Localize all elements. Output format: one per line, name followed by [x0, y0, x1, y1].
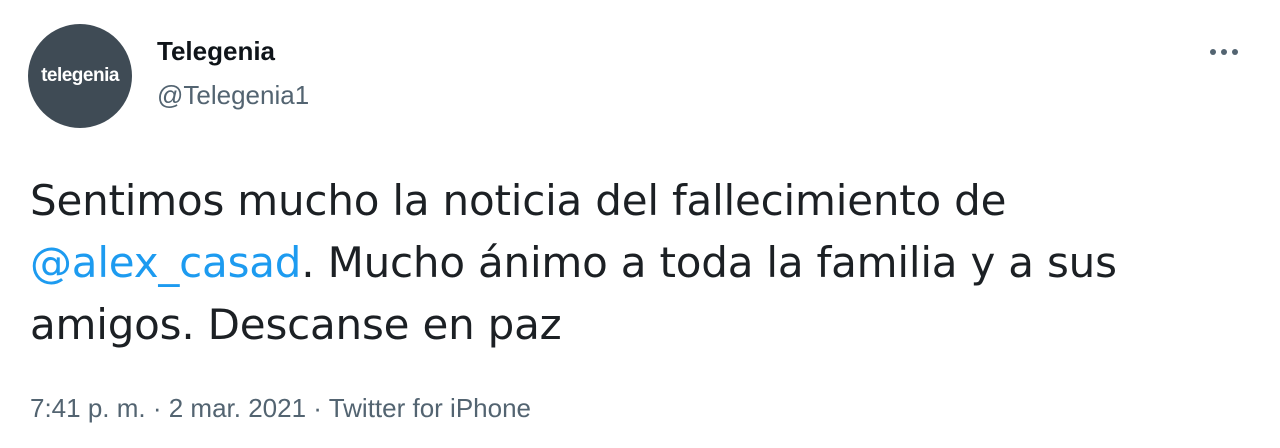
tweet-metadata: 7:41 p. m. · 2 mar. 2021 · Twitter for i…: [30, 393, 531, 424]
author-display-name[interactable]: Telegenia: [157, 36, 275, 67]
tweet-text: Sentimos mucho la noticia del fallecimie…: [30, 170, 1250, 356]
tweet-time-link[interactable]: 7:41 p. m.: [30, 393, 146, 423]
tweet-text-part: Sentimos mucho la noticia del fallecimie…: [30, 176, 1007, 225]
meta-separator: ·: [306, 393, 329, 423]
author-handle[interactable]: @Telegenia1: [157, 80, 309, 111]
tweet-source-link[interactable]: Twitter for iPhone: [329, 393, 531, 423]
tweet-card: telegenia Telegenia @Telegenia1 Sentimos…: [0, 0, 1280, 448]
more-horizontal-icon: [1210, 49, 1238, 55]
mention-link[interactable]: @alex_casad: [30, 238, 301, 287]
avatar[interactable]: telegenia: [28, 24, 132, 128]
more-options-button[interactable]: [1198, 34, 1250, 70]
meta-separator: ·: [145, 393, 169, 423]
tweet-date-link[interactable]: 2 mar. 2021: [169, 393, 306, 423]
avatar-logo-text: telegenia: [41, 65, 119, 86]
